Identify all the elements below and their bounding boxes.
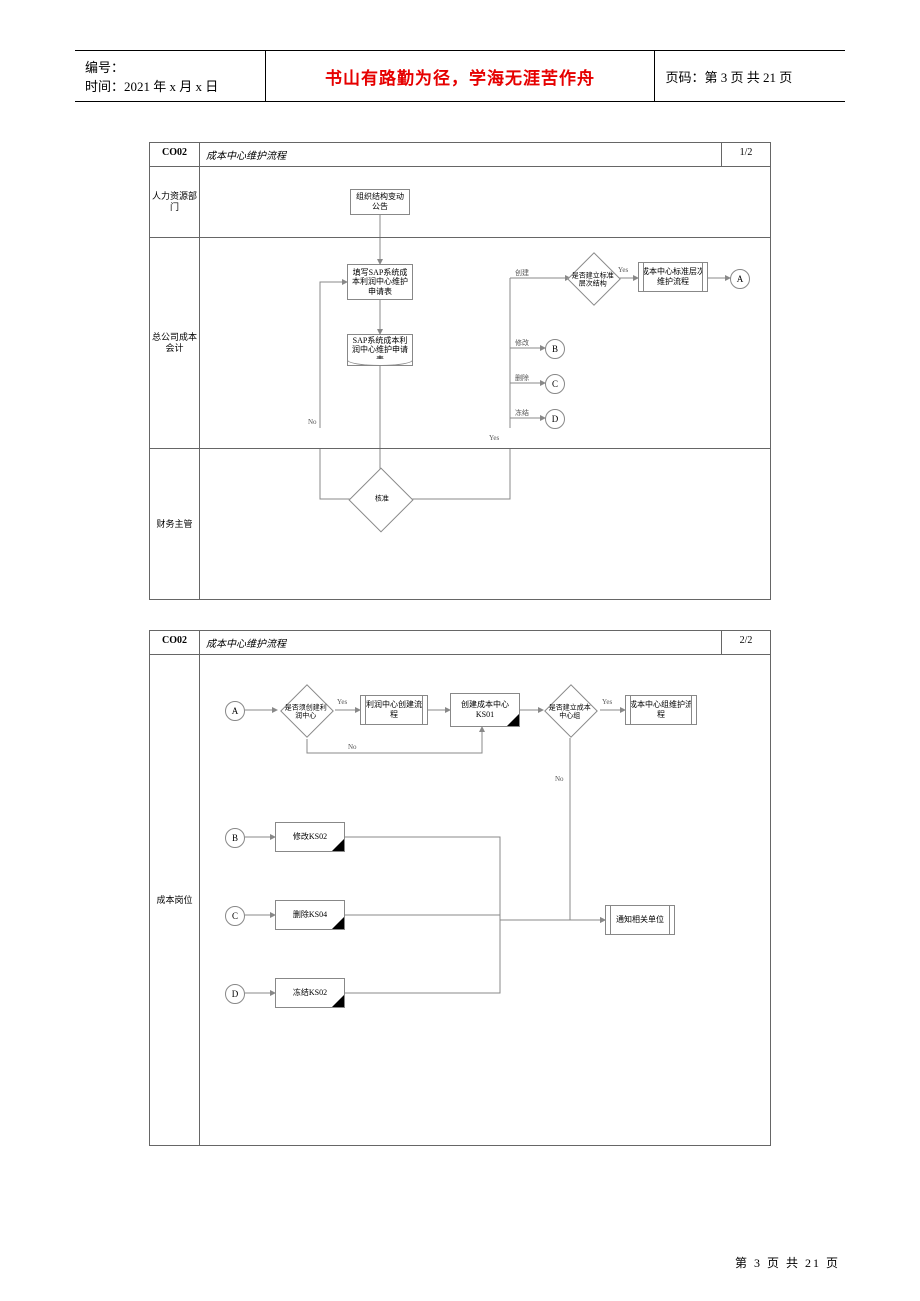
node-freeze-ks02: 冻结KS02 — [275, 978, 345, 1008]
node-org-change: 组织结构变动公告 — [350, 189, 410, 215]
flow2-code: CO02 — [150, 631, 200, 654]
connector-a-in: A — [225, 701, 245, 721]
flow1-lane1-label: 人力资源部门 — [150, 167, 200, 237]
connector-c-out: C — [545, 374, 565, 394]
flow2-page: 2/2 — [721, 631, 770, 654]
header-left: 编号： 时间：2021 年 x 月 x 日 — [75, 51, 265, 102]
node-sap-doc: SAP系统成本利润中心维护申请表 — [347, 334, 413, 366]
flow1-title: 成本中心维护流程 — [200, 143, 721, 166]
node-std-proc: 成本中心标准层次维护流程 — [638, 262, 708, 292]
label-no-profit: No — [348, 743, 357, 751]
node-group-decision: 是否建立成本中心组 — [544, 684, 598, 738]
node-delete-ks04: 删除KS04 — [275, 900, 345, 930]
page-label: 页码： — [665, 70, 704, 85]
header-page: 页码：第 3 页 共 21 页 — [655, 51, 845, 102]
flow2-lane1-label: 成本岗位 — [150, 655, 200, 1145]
bianhao-label: 编号： — [85, 60, 124, 75]
label-no-back: No — [308, 418, 317, 426]
page-value: 第 3 页 共 21 页 — [704, 70, 792, 85]
node-create-ks01: 创建成本中心KS01 — [450, 693, 520, 727]
time-label: 时间： — [85, 79, 124, 94]
connector-a-out: A — [730, 269, 750, 289]
header-motto: 书山有路勤为径，学海无涯苦作舟 — [265, 51, 655, 102]
flow1-lane3-label: 财务主管 — [150, 449, 200, 599]
page-header: 编号： 时间：2021 年 x 月 x 日 书山有路勤为径，学海无涯苦作舟 页码… — [75, 50, 845, 102]
node-fill-form: 填写SAP系统成本利润中心维护申请表 — [347, 264, 413, 300]
node-approve: 核准 — [348, 467, 413, 532]
flow1-lane2-label: 总公司成本会计 — [150, 238, 200, 448]
node-group-proc: 成本中心组维护流程 — [625, 695, 697, 725]
node-profit-proc: 利润中心创建流程 — [360, 695, 428, 725]
connector-b-in: B — [225, 828, 245, 848]
flow1-page: 1/2 — [721, 143, 770, 166]
flowchart-2: CO02 成本中心维护流程 2/2 成本岗位 — [149, 630, 771, 1146]
node-std-decision: 是否建立标准层次结构 — [567, 252, 621, 306]
node-profit-decision: 是否须创建利润中心 — [280, 684, 334, 738]
connector-d-out: D — [545, 409, 565, 429]
connector-b-out: B — [545, 339, 565, 359]
label-yes-group: Yes — [602, 698, 612, 706]
node-notify: 通知相关单位 — [605, 905, 675, 935]
label-no-group: No — [555, 775, 564, 783]
connector-c-in: C — [225, 906, 245, 926]
flowchart-1: CO02 成本中心维护流程 1/2 人力资源部门 组织结构变动公告 总公司成本会… — [149, 142, 771, 600]
connector-d-in: D — [225, 984, 245, 1004]
time-value: 2021 年 x 月 x 日 — [124, 79, 218, 94]
label-yes-profit: Yes — [337, 698, 347, 706]
label-modify: 修改 — [515, 338, 529, 348]
label-delete: 删除 — [515, 373, 529, 383]
page-footer: 第 3 页 共 21 页 — [735, 1254, 840, 1271]
label-create: 创建 — [515, 268, 529, 278]
flow1-code: CO02 — [150, 143, 200, 166]
label-yes-branch: Yes — [489, 434, 499, 442]
label-freeze: 冻结 — [515, 408, 529, 418]
label-yes-std: Yes — [618, 266, 628, 274]
flow2-title: 成本中心维护流程 — [200, 631, 721, 654]
node-modify-ks02: 修改KS02 — [275, 822, 345, 852]
